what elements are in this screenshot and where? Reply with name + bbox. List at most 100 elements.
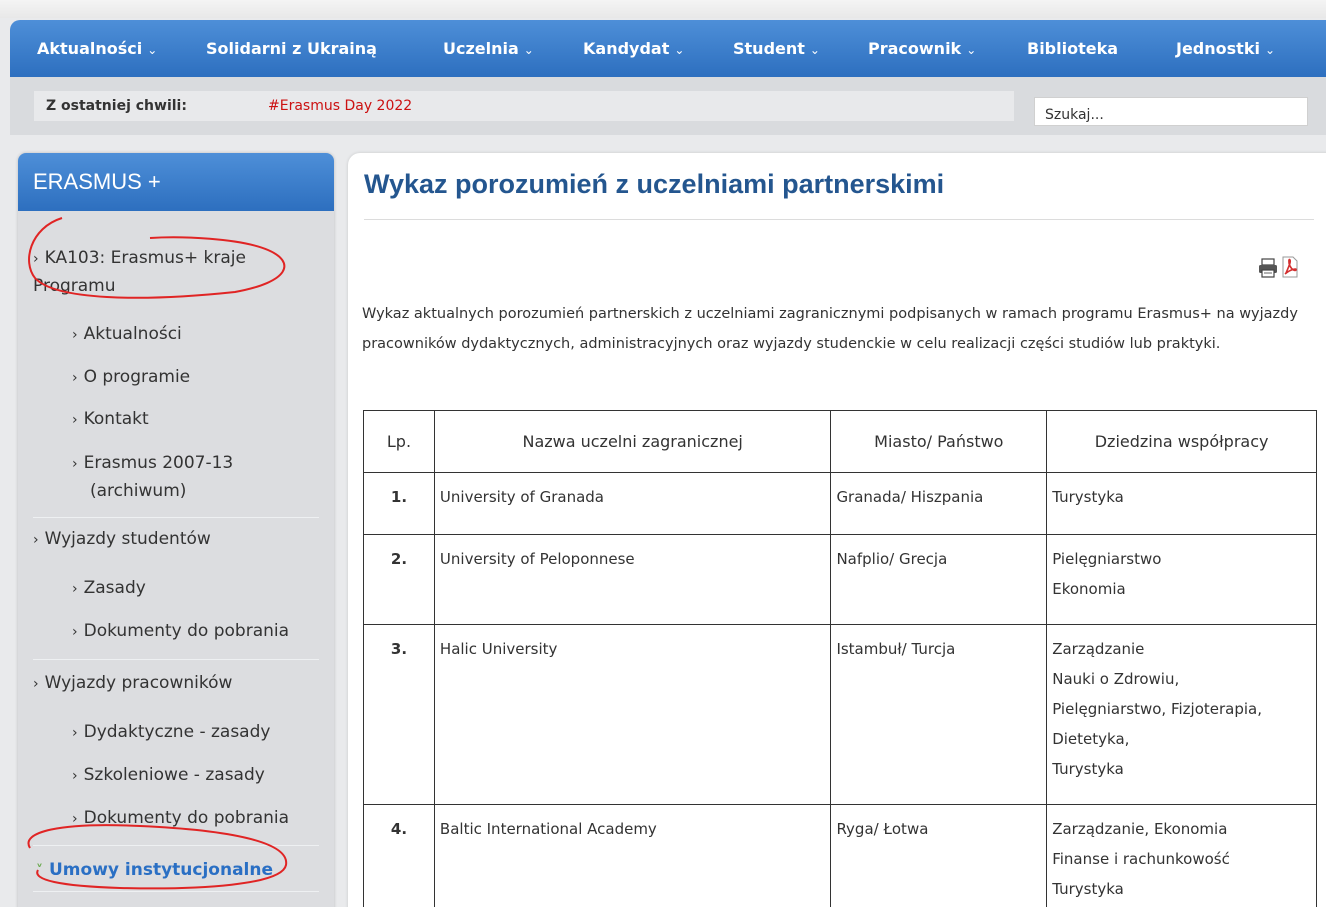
table-row: 2. University of Peloponnese Nafplio/ Gr… (363, 534, 1317, 625)
nav-item-biblioteka[interactable]: Biblioteka (1027, 20, 1118, 77)
sidebar-item-label: Zasady (83, 578, 146, 598)
nav-item-jednostki[interactable]: Jednostki ⌄ (1176, 20, 1275, 77)
chevron-right-icon: › (72, 327, 78, 343)
sidebar-item-szkoleniowe[interactable]: › Szkoleniowe - zasady (72, 762, 265, 790)
sidebar-item-o-programie[interactable]: › O programie (72, 364, 190, 392)
col-header-lp: Lp. (363, 410, 435, 473)
field-line: Pielęgniarstwo (1052, 550, 1162, 568)
nav-item-student[interactable]: Student ⌄ (733, 20, 820, 77)
table-row: 3. Halic University Istambuł/ Turcja Zar… (363, 624, 1317, 805)
field-line: Turystyka (1052, 488, 1124, 506)
row-number: 1. (363, 472, 435, 535)
chevron-right-icon: › (72, 624, 78, 640)
sidebar-item-wyjazdy-studentow[interactable]: › Wyjazdy studentów (33, 526, 211, 554)
table-row: 1. University of Granada Granada/ Hiszpa… (363, 472, 1317, 535)
nav-label: Biblioteka (1027, 39, 1119, 58)
sidebar-item-dydaktyczne[interactable]: › Dydaktyczne - zasady (72, 719, 270, 747)
sidebar-item-erasmus-archiwum[interactable]: › Erasmus 2007-13 (archiwum) (72, 450, 272, 505)
sidebar-item-dokumenty-pracownicy[interactable]: › Dokumenty do pobrania (72, 805, 289, 833)
sidebar-item-label: Dokumenty do pobrania (83, 808, 290, 828)
nav-label: Solidarni z Ukrainą (206, 39, 377, 58)
chevron-right-icon: › (72, 456, 78, 472)
table-header-row: Lp. Nazwa uczelni zagranicznej Miasto/ P… (363, 410, 1317, 473)
sidebar-item-label: O programie (83, 367, 191, 387)
agreements-table: Lp. Nazwa uczelni zagranicznej Miasto/ P… (363, 410, 1317, 907)
nav-label: Pracownik (868, 39, 962, 58)
news-ticker: Z ostatniej chwili: #Erasmus Day 2022 (34, 91, 1014, 121)
sidebar: ERASMUS + › KA103: Erasmus+ kraje Program… (18, 153, 334, 907)
search-input[interactable] (1034, 97, 1308, 126)
sidebar-item-ka103[interactable]: › KA103: Erasmus+ kraje Programu (33, 245, 303, 300)
nav-item-pracownik[interactable]: Pracownik ⌄ (868, 20, 976, 77)
chevron-right-icon: › (33, 251, 39, 267)
sidebar-item-label: KA103: Erasmus+ kraje Programu (33, 248, 246, 296)
chevron-right-icon: › (72, 581, 78, 597)
city-country: Granada/ Hiszpania (830, 472, 1048, 535)
chevron-down-icon: ⌄ (966, 43, 977, 57)
nav-label: Student (733, 39, 805, 58)
nav-label: Uczelnia (443, 39, 519, 58)
sidebar-divider (33, 659, 319, 660)
field-line: Finanse i rachunkowość (1052, 850, 1230, 868)
university-name: University of Granada (433, 472, 832, 535)
university-name: Baltic International Academy (433, 804, 832, 907)
sidebar-item-label: Wyjazdy pracowników (44, 673, 233, 693)
chevron-right-icon: › (72, 370, 78, 386)
nav-item-uczelnia[interactable]: Uczelnia ⌄ (443, 20, 534, 77)
field-line: Turystyka (1052, 760, 1124, 778)
chevron-right-icon: › (72, 811, 78, 827)
field-line: Dietetyka, (1052, 730, 1130, 748)
sidebar-item-label: Erasmus 2007-13 (archiwum) (83, 453, 234, 501)
chevron-right-icon: › (33, 532, 39, 548)
print-icon[interactable] (1257, 257, 1279, 279)
intro-paragraph: Wykaz aktualnych porozumień partnerskich… (362, 306, 1298, 352)
chevron-down-icon: ⌄ (147, 43, 158, 57)
browser-top-strip (0, 0, 1326, 18)
field-line: Ekonomia (1052, 580, 1126, 598)
nav-item-kandydat[interactable]: Kandydat ⌄ (583, 20, 684, 77)
chevron-right-icon: › (33, 676, 39, 692)
nav-item-aktualnosci[interactable]: Aktualności ⌄ (37, 20, 157, 77)
pdf-icon[interactable] (1280, 256, 1300, 278)
row-number: 3. (363, 624, 435, 805)
sidebar-title: ERASMUS + (18, 153, 334, 211)
university-name: Halic University (433, 624, 832, 805)
sidebar-item-zasady[interactable]: › Zasady (72, 575, 146, 603)
sidebar-item-umowy-instytucjonalne[interactable]: ˅ Umowy instytucjonalne (36, 857, 273, 885)
city-country: Nafplio/ Grecja (830, 534, 1048, 625)
nav-label: Jednostki (1176, 39, 1260, 58)
col-header-city: Miasto/ Państwo (830, 410, 1048, 473)
page-title: Wykaz porozumień z uczelniami partnerski… (364, 169, 945, 199)
sidebar-item-wyjazdy-pracownikow[interactable]: › Wyjazdy pracowników (33, 670, 232, 698)
cooperation-field: Zarządzanie Nauki o Zdrowiu, Pielęgniars… (1046, 624, 1317, 805)
sidebar-item-kontakt[interactable]: › Kontakt (72, 406, 149, 434)
sidebar-divider (33, 891, 319, 892)
city-country: Istambuł/ Turcja (830, 624, 1048, 805)
chevron-down-icon: ˅ (36, 863, 43, 879)
table-row: 4. Baltic International Academy Ryga/ Ło… (363, 804, 1317, 907)
field-line: Zarządzanie (1052, 640, 1145, 658)
cooperation-field: Pielęgniarstwo Ekonomia (1046, 534, 1317, 625)
field-line: Turystyka (1052, 880, 1124, 898)
chevron-down-icon: ⌄ (1264, 43, 1275, 57)
sidebar-item-dokumenty-studenci[interactable]: › Dokumenty do pobrania (72, 618, 289, 646)
sidebar-item-label: Aktualności (83, 324, 182, 344)
chevron-right-icon: › (72, 725, 78, 741)
nav-item-solidarni[interactable]: Solidarni z Ukrainą (206, 20, 377, 77)
sidebar-item-label: Kontakt (83, 409, 149, 429)
sidebar-item-label: Dokumenty do pobrania (83, 621, 290, 641)
main-navbar: Aktualności ⌄ Solidarni z Ukrainą Uczelni… (10, 20, 1326, 77)
row-number: 2. (363, 534, 435, 625)
sidebar-item-label: Dydaktyczne - zasady (83, 722, 271, 742)
chevron-down-icon: ⌄ (523, 43, 534, 57)
sidebar-item-label: Szkoleniowe - zasady (83, 765, 265, 785)
col-header-field: Dziedzina współpracy (1046, 410, 1317, 473)
news-link[interactable]: #Erasmus Day 2022 (268, 91, 412, 121)
chevron-right-icon: › (72, 768, 78, 784)
col-header-name: Nazwa uczelni zagranicznej (433, 410, 832, 473)
chevron-right-icon: › (72, 412, 78, 428)
row-number: 4. (363, 804, 435, 907)
sidebar-item-aktualnosci[interactable]: › Aktualności (72, 321, 182, 349)
chevron-down-icon: ⌄ (674, 43, 685, 57)
nav-label: Kandydat (583, 39, 670, 58)
